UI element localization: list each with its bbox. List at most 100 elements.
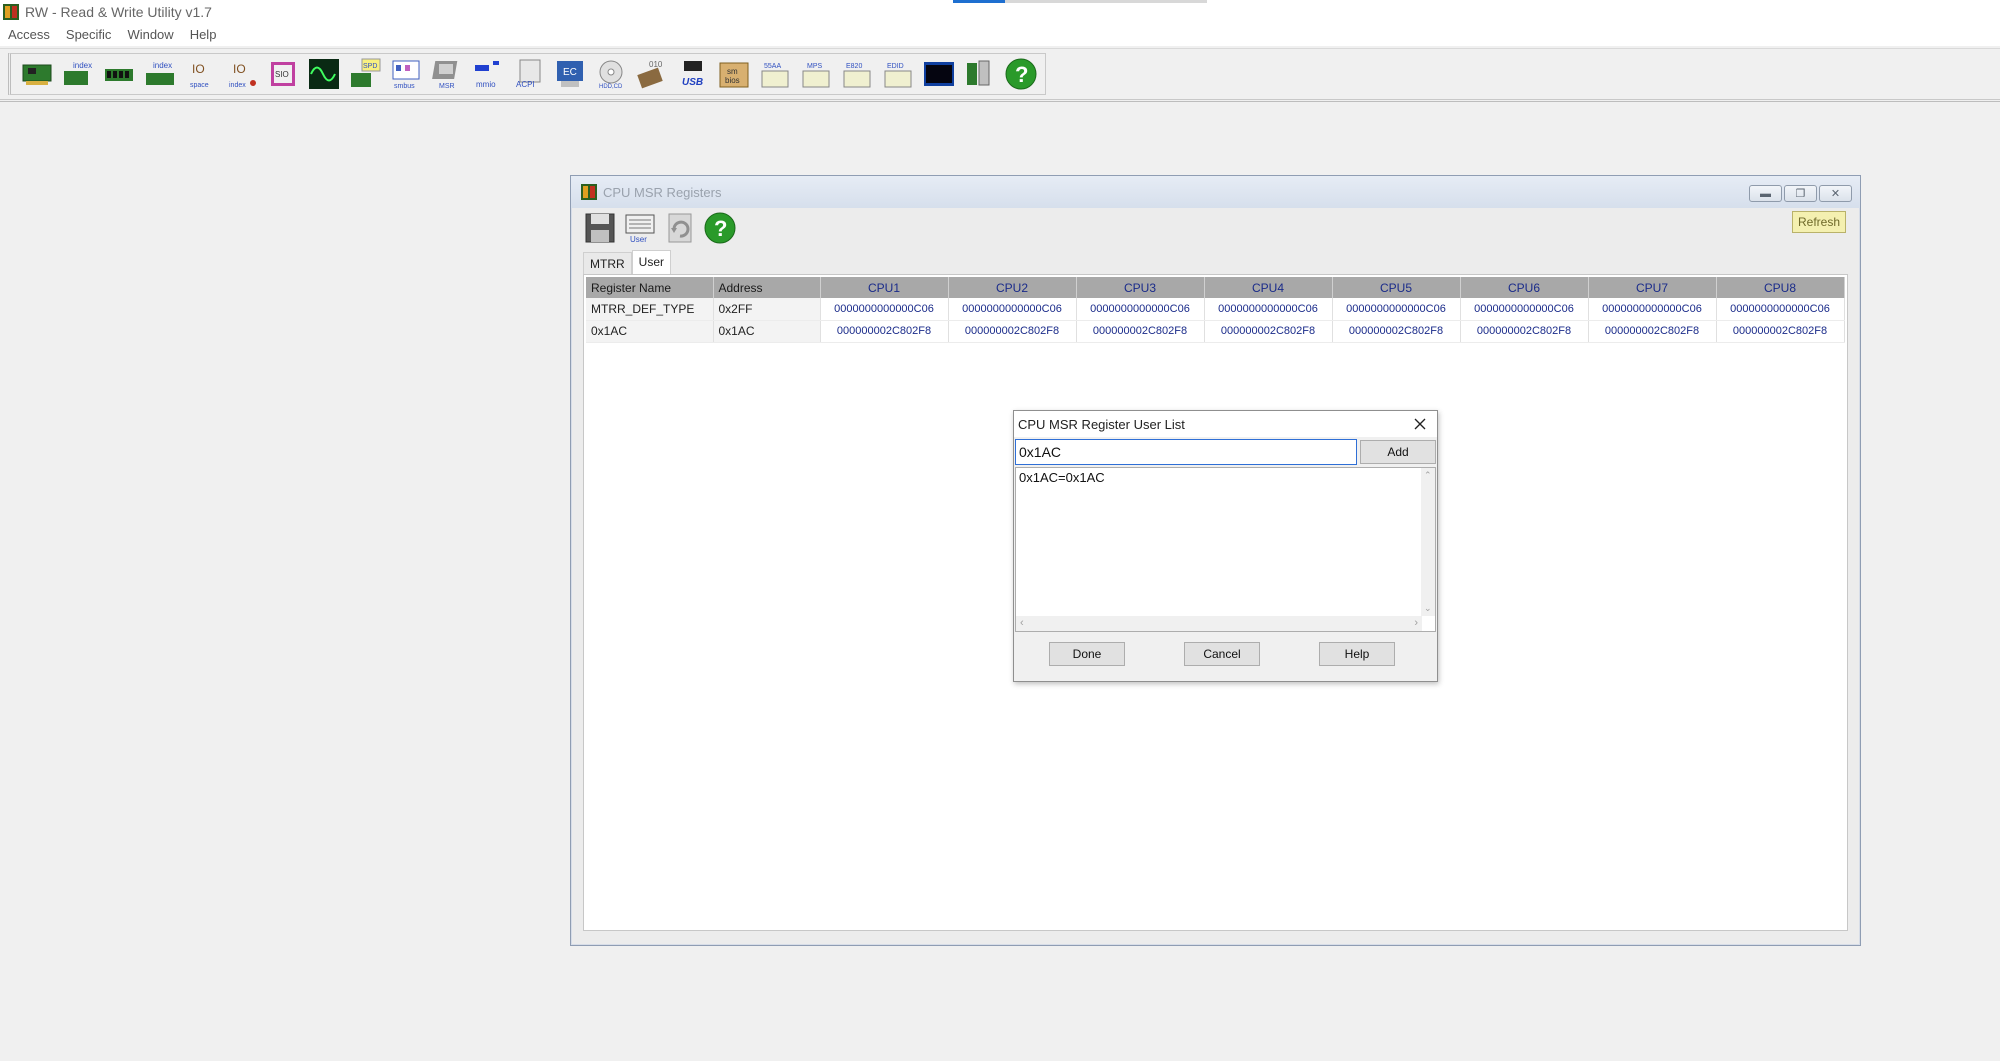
dialog-title: CPU MSR Register User List: [1018, 416, 1185, 432]
index-memory-icon[interactable]: index: [142, 56, 178, 92]
column-header-register-name: Register Name: [586, 277, 714, 298]
msr-window-icon: [581, 184, 597, 200]
usb-icon[interactable]: USB: [675, 56, 711, 92]
msr-toolbar: User ?: [583, 211, 737, 245]
vertical-scrollbar[interactable]: ⌃ ⌄: [1421, 468, 1435, 616]
hdd-cd-icon[interactable]: HDD,CD: [593, 56, 629, 92]
toolbar-strip: index index IO space IO index SIO SPD smbu…: [8, 53, 1046, 95]
toolbar-label-e820: E820: [846, 63, 862, 70]
column-header-cpu7: CPU7: [1588, 277, 1717, 298]
cancel-button[interactable]: Cancel: [1184, 642, 1260, 666]
tab-mtrr[interactable]: MTRR: [583, 252, 632, 274]
toolbar-label-ec: EC: [563, 67, 577, 78]
horizontal-scrollbar[interactable]: ‹ ›: [1016, 616, 1422, 631]
title-accent: [953, 0, 1005, 3]
smbus-icon[interactable]: smbus: [388, 56, 424, 92]
mps-icon[interactable]: MPS: [798, 56, 834, 92]
menu-window[interactable]: Window: [119, 24, 181, 46]
tool-icon[interactable]: [962, 56, 998, 92]
dialog-titlebar[interactable]: CPU MSR Register User List: [1014, 411, 1437, 437]
smbios-icon[interactable]: sm bios: [716, 56, 752, 92]
cpu-value-cell[interactable]: 0000000000000C06: [948, 298, 1077, 321]
ec-icon[interactable]: EC: [552, 56, 588, 92]
msr-window-titlebar[interactable]: CPU MSR Registers ▬ ❐ ✕: [571, 176, 1860, 208]
register-address-input[interactable]: [1015, 439, 1357, 465]
toolbar-label-space: space: [190, 82, 209, 89]
toolbar-label-index: index: [229, 82, 246, 89]
restore-icon[interactable]: ❐: [1784, 185, 1817, 202]
chevron-left-icon[interactable]: ‹: [1020, 617, 1024, 629]
tab-user[interactable]: User: [631, 250, 672, 274]
column-header-cpu4: CPU4: [1204, 277, 1333, 298]
table-row[interactable]: MTRR_DEF_TYPE 0x2FF 0000000000000C06 000…: [586, 298, 1845, 321]
55aa-icon[interactable]: 55AA: [757, 56, 793, 92]
column-header-cpu5: CPU5: [1332, 277, 1461, 298]
title-accent-secondary: [1005, 0, 1207, 3]
memory-module-icon[interactable]: [101, 56, 137, 92]
chevron-right-icon[interactable]: ›: [1414, 617, 1418, 629]
toolbar-label-mmio: mmio: [476, 80, 496, 89]
oscilloscope-icon[interactable]: [306, 56, 342, 92]
cpu-value-cell[interactable]: 0000000000000C06: [1460, 298, 1589, 321]
acpi-icon[interactable]: ACPI: [511, 56, 547, 92]
disk-010-icon[interactable]: 010: [634, 56, 670, 92]
column-header-cpu2: CPU2: [948, 277, 1077, 298]
cpu-value-cell[interactable]: 000000002C802F8: [820, 320, 949, 343]
toolbar-label-bios: bios: [725, 76, 740, 85]
cpu-value-cell[interactable]: 0000000000000C06: [1076, 298, 1205, 321]
user-register-list[interactable]: 0x1AC=0x1AC ⌃ ⌄ ‹ ›: [1015, 467, 1436, 632]
table-row[interactable]: 0x1AC 0x1AC 000000002C802F8 000000002C80…: [586, 320, 1845, 343]
pci-card-icon[interactable]: [19, 56, 55, 92]
menu-help[interactable]: Help: [182, 24, 225, 46]
e820-icon[interactable]: E820: [839, 56, 875, 92]
console-icon[interactable]: [921, 56, 957, 92]
column-header-cpu8: CPU8: [1716, 277, 1845, 298]
reload-icon[interactable]: [663, 211, 697, 245]
address-cell: 0x2FF: [713, 298, 821, 321]
edid-icon[interactable]: EDID: [880, 56, 916, 92]
cpu-value-cell[interactable]: 0000000000000C06: [1716, 298, 1845, 321]
add-button[interactable]: Add: [1360, 440, 1436, 464]
chevron-down-icon[interactable]: ⌄: [1424, 603, 1432, 614]
refresh-button[interactable]: Refresh: [1792, 211, 1846, 233]
menu-access[interactable]: Access: [0, 24, 58, 46]
mmio-icon[interactable]: mmio: [470, 56, 506, 92]
list-item[interactable]: 0x1AC=0x1AC: [1019, 470, 1105, 485]
address-cell: 0x1AC: [713, 320, 821, 343]
app-titlebar: RW - Read & Write Utility v1.7: [0, 0, 2000, 24]
cpu-value-cell[interactable]: 0000000000000C06: [1204, 298, 1333, 321]
msr-icon[interactable]: MSR: [429, 56, 465, 92]
cpu-value-cell[interactable]: 0000000000000C06: [1588, 298, 1717, 321]
user-list-icon[interactable]: User: [623, 211, 657, 245]
done-button[interactable]: Done: [1049, 642, 1125, 666]
toolbar-label-index: index: [73, 61, 92, 70]
close-icon[interactable]: [1411, 415, 1429, 433]
tab-strip: MTRR User: [583, 250, 672, 276]
cpu-value-cell[interactable]: 000000002C802F8: [1204, 320, 1333, 343]
cpu-value-cell[interactable]: 000000002C802F8: [1076, 320, 1205, 343]
register-table: Register Name Address CPU1 CPU2 CPU3 CPU…: [586, 277, 1845, 343]
sio-icon[interactable]: SIO: [265, 56, 301, 92]
cpu-value-cell[interactable]: 000000002C802F8: [1716, 320, 1845, 343]
menu-specific[interactable]: Specific: [58, 24, 120, 46]
help-icon[interactable]: ?: [703, 211, 737, 245]
close-icon[interactable]: ✕: [1819, 185, 1852, 202]
cpu-value-cell[interactable]: 000000002C802F8: [948, 320, 1077, 343]
spd-icon[interactable]: SPD: [347, 56, 383, 92]
menubar: Access Specific Window Help: [0, 24, 2000, 46]
io-index-icon[interactable]: IO index: [224, 56, 260, 92]
save-icon[interactable]: [583, 211, 617, 245]
cpu-value-cell[interactable]: 000000002C802F8: [1460, 320, 1589, 343]
cpu-value-cell[interactable]: 0000000000000C06: [820, 298, 949, 321]
help-icon[interactable]: ?: [1003, 56, 1039, 92]
column-header-cpu3: CPU3: [1076, 277, 1205, 298]
cpu-value-cell[interactable]: 000000002C802F8: [1332, 320, 1461, 343]
help-button[interactable]: Help: [1319, 642, 1395, 666]
minimize-icon[interactable]: ▬: [1749, 185, 1782, 202]
toolbar-label-acpi: ACPI: [516, 80, 535, 89]
io-space-icon[interactable]: IO space: [183, 56, 219, 92]
chevron-up-icon[interactable]: ⌃: [1424, 470, 1432, 481]
cpu-value-cell[interactable]: 000000002C802F8: [1588, 320, 1717, 343]
cpu-value-cell[interactable]: 0000000000000C06: [1332, 298, 1461, 321]
index-pci-icon[interactable]: index: [60, 56, 96, 92]
